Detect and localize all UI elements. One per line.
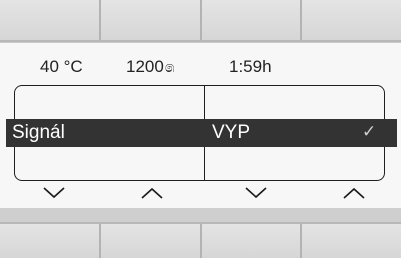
right-down-button[interactable] <box>244 185 268 201</box>
spin-icon: ෧ <box>164 59 175 76</box>
bottom-softkey-2[interactable] <box>100 224 202 258</box>
chevron-down-icon <box>245 187 267 199</box>
right-up-button[interactable] <box>342 185 366 201</box>
check-icon[interactable]: ✓ <box>362 122 376 142</box>
top-softkey-1[interactable] <box>0 0 101 40</box>
chevron-up-icon <box>141 187 163 199</box>
bottom-softkey-3[interactable] <box>201 224 303 258</box>
display-panel: 40 °C 1200෧ 1:59h Signál VYP ✓ <box>0 42 401 210</box>
top-softkey-row <box>0 0 401 42</box>
spin-speed-readout: 1200෧ <box>126 57 174 77</box>
parameter-value: VYP <box>212 122 251 143</box>
bottom-softkey-1[interactable] <box>0 224 101 258</box>
bottom-softkey-row <box>0 222 401 258</box>
spin-speed-value: 1200 <box>126 57 164 76</box>
remaining-time-readout: 1:59h <box>229 57 272 76</box>
bottom-softkey-4[interactable] <box>302 224 401 258</box>
chevron-down-icon <box>43 187 65 199</box>
left-up-button[interactable] <box>140 185 164 201</box>
top-softkey-2[interactable] <box>100 0 202 40</box>
chevron-up-icon <box>343 187 365 199</box>
top-softkey-3[interactable] <box>201 0 303 40</box>
parameter-label: Signál <box>12 122 65 143</box>
left-down-button[interactable] <box>42 185 66 201</box>
top-softkey-4[interactable] <box>302 0 401 40</box>
temperature-readout: 40 °C <box>40 57 83 76</box>
display-footer-strip <box>0 208 401 222</box>
